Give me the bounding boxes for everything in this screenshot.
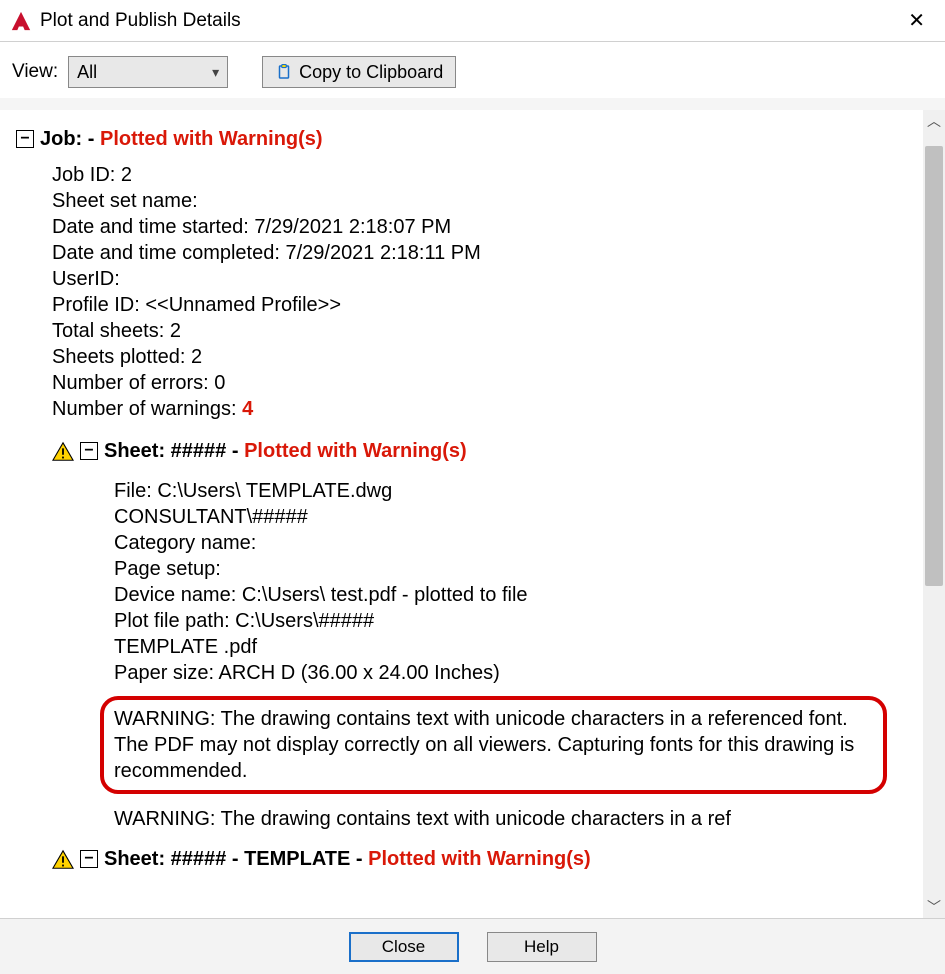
sheet1-line: Page setup: xyxy=(114,556,907,582)
view-label: View: xyxy=(12,61,58,83)
sheet1-line: Plot file path: C:\Users\##### xyxy=(114,608,907,634)
copy-button-label: Copy to Clipboard xyxy=(299,62,443,83)
scroll-up-icon[interactable]: ︿ xyxy=(923,110,945,132)
titlebar: Plot and Publish Details ✕ xyxy=(0,0,945,42)
sheet1-line: Paper size: ARCH D (36.00 x 24.00 Inches… xyxy=(114,660,907,686)
toolbar: View: All ▾ Copy to Clipboard xyxy=(0,42,945,98)
footer: Close Help xyxy=(0,918,945,974)
app-icon xyxy=(10,10,32,32)
job-header: Job: - Plotted with Warning(s) xyxy=(40,126,323,152)
job-line: Sheet set name: xyxy=(52,188,907,214)
window-title: Plot and Publish Details xyxy=(40,10,241,32)
help-button[interactable]: Help xyxy=(487,932,597,962)
job-line: UserID: xyxy=(52,266,907,292)
job-line: Job ID: 2 xyxy=(52,162,907,188)
job-line: Profile ID: <<Unnamed Profile>> xyxy=(52,292,907,318)
collapse-toggle-sheet2[interactable]: − xyxy=(80,850,98,868)
collapse-toggle-job[interactable]: − xyxy=(16,130,34,148)
sheet2-header: Sheet: ##### - TEMPLATE - Plotted with W… xyxy=(104,846,591,872)
vertical-scrollbar[interactable]: ︿ ﹀ xyxy=(923,110,945,918)
view-select[interactable]: All ▾ xyxy=(68,56,228,88)
scroll-down-icon[interactable]: ﹀ xyxy=(923,896,945,918)
job-line: Date and time started: 7/29/2021 2:18:07… xyxy=(52,214,907,240)
job-warnings-line: Number of warnings: 4 xyxy=(52,396,907,422)
job-line: Sheets plotted: 2 xyxy=(52,344,907,370)
warning-highlight: WARNING: The drawing contains text with … xyxy=(100,696,887,794)
sheet1-details: File: C:\Users\ TEMPLATE.dwg CONSULTANT\… xyxy=(114,478,907,832)
sheet1-line: TEMPLATE .pdf xyxy=(114,634,907,660)
warning-icon xyxy=(52,849,74,871)
job-line: Number of errors: 0 xyxy=(52,370,907,396)
view-select-value: All xyxy=(77,62,97,83)
report-body: − Job: - Plotted with Warning(s) Job ID:… xyxy=(0,110,923,918)
clipboard-icon xyxy=(275,63,293,81)
sheet1-warning-truncated: WARNING: The drawing contains text with … xyxy=(114,806,907,832)
warning-icon xyxy=(52,441,74,463)
sheet1-header: Sheet: ##### - Plotted with Warning(s) xyxy=(104,438,467,464)
job-line: Date and time completed: 7/29/2021 2:18:… xyxy=(52,240,907,266)
scroll-thumb[interactable] xyxy=(925,146,943,586)
sheet1-line: CONSULTANT\##### xyxy=(114,504,907,530)
sheet1-line: Category name: xyxy=(114,530,907,556)
close-icon[interactable]: ✕ xyxy=(900,6,933,35)
job-details: Job ID: 2 Sheet set name: Date and time … xyxy=(52,162,907,422)
content-area: − Job: - Plotted with Warning(s) Job ID:… xyxy=(0,110,945,918)
copy-to-clipboard-button[interactable]: Copy to Clipboard xyxy=(262,56,456,88)
close-button[interactable]: Close xyxy=(349,932,459,962)
collapse-toggle-sheet1[interactable]: − xyxy=(80,442,98,460)
job-line: Total sheets: 2 xyxy=(52,318,907,344)
sheet1-line: File: C:\Users\ TEMPLATE.dwg xyxy=(114,478,907,504)
sheet1-line: Device name: C:\Users\ test.pdf - plotte… xyxy=(114,582,907,608)
chevron-down-icon: ▾ xyxy=(212,64,219,81)
